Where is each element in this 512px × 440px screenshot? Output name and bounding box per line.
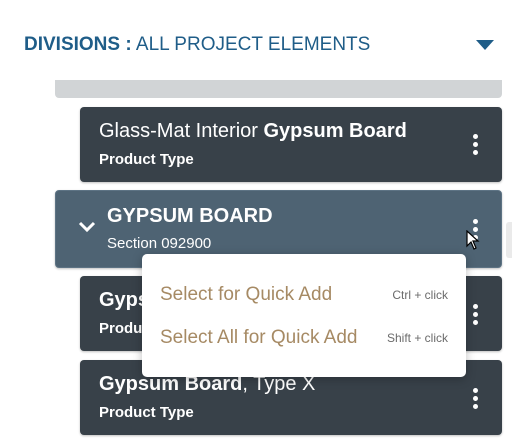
menu-item-label: Select All for Quick Add (160, 327, 358, 348)
select-all-for-quick-add-item[interactable]: Select All for Quick Add Shift + click (142, 319, 466, 355)
chevron-down-icon[interactable] (78, 221, 96, 233)
product-type-card[interactable]: Glass-Mat Interior Gypsum Board Product … (80, 107, 502, 182)
mouse-pointer-icon (466, 230, 480, 250)
chevron-down-icon[interactable] (476, 40, 494, 50)
menu-item-shortcut: Ctrl + click (392, 288, 448, 302)
card-subtitle: Product Type (99, 151, 194, 168)
divisions-title-value: ALL PROJECT ELEMENTS (135, 34, 371, 55)
menu-item-label: Select for Quick Add (160, 284, 333, 305)
more-options-icon[interactable] (472, 388, 478, 410)
menu-item-shortcut: Shift + click (386, 331, 448, 345)
context-menu: Select for Quick Add Ctrl + click Select… (142, 254, 466, 377)
scroll-edge (506, 222, 512, 258)
more-options-icon[interactable] (472, 134, 478, 156)
card-title-emphasis: Gypsum Board (263, 120, 407, 142)
divisions-title: DIVISIONS : ALL PROJECT ELEMENTS (24, 34, 370, 56)
collapsed-list-bar (55, 80, 502, 98)
section-title: GYPSUM BOARD (107, 205, 273, 227)
section-subtitle: Section 092900 (107, 235, 212, 252)
card-title: Glass-Mat Interior Gypsum Board (99, 120, 407, 143)
divisions-header[interactable]: DIVISIONS : ALL PROJECT ELEMENTS (24, 34, 496, 60)
card-subtitle: Produ (99, 320, 143, 337)
card-subtitle: Product Type (99, 404, 194, 421)
more-options-icon[interactable] (472, 304, 478, 326)
divisions-title-label: DIVISIONS : (24, 34, 132, 55)
select-for-quick-add-item[interactable]: Select for Quick Add Ctrl + click (142, 276, 466, 312)
card-title-prefix: Glass-Mat Interior (99, 120, 264, 142)
